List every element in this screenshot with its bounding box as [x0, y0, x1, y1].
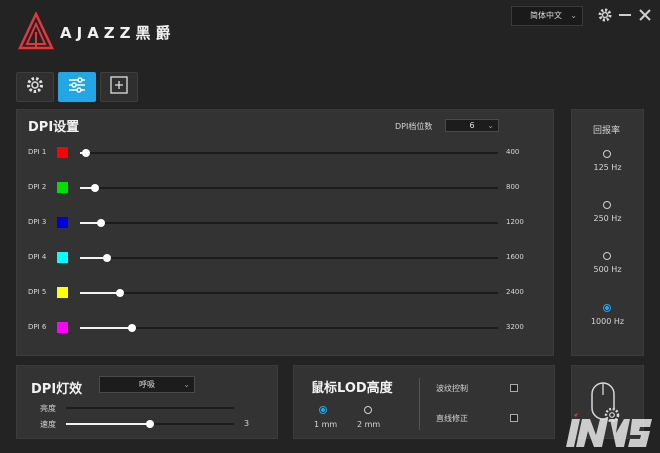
dpi-slider[interactable]: [80, 254, 498, 262]
lod-1mm-radio[interactable]: [319, 406, 327, 414]
chevron-down-icon: ⌄: [183, 380, 190, 389]
straight-correction-checkbox[interactable]: [510, 414, 518, 422]
report-rate-title: 回报率: [593, 126, 621, 136]
dpi-color-swatch[interactable]: [57, 322, 68, 333]
report-rate-label: 500 Hz: [593, 265, 622, 274]
speed-slider[interactable]: [66, 420, 234, 428]
gear-icon: [25, 75, 45, 99]
lod-2mm-radio[interactable]: [364, 406, 372, 414]
dpi-value: 1600: [506, 253, 524, 261]
dpi-value: 400: [506, 148, 520, 156]
sliders-icon: [67, 75, 87, 99]
dpi-levels-label: DPI档位数: [395, 122, 433, 131]
lod-1mm-label: 1 mm: [314, 420, 338, 429]
dpi-slider-knob[interactable]: [128, 324, 137, 332]
chevron-down-icon: ⌄: [570, 11, 577, 20]
dpi-slider[interactable]: [80, 219, 498, 227]
dpi-value: 800: [506, 183, 520, 191]
dpi-color-swatch[interactable]: [57, 217, 68, 228]
gear-icon[interactable]: [597, 7, 613, 23]
dpi-row-4: DPI 4 1600: [28, 252, 528, 266]
speed-value: 3: [244, 419, 250, 428]
dpi-label: DPI 2: [28, 183, 47, 191]
report-rate-radio-125hz[interactable]: [603, 150, 611, 158]
dpi-color-swatch[interactable]: [57, 252, 68, 263]
language-value: 简体中文: [530, 11, 562, 20]
dpi-settings-title: DPI设置: [28, 120, 80, 135]
dpi-row-3: DPI 3 1200: [28, 217, 528, 231]
dpi-slider[interactable]: [80, 289, 498, 297]
lod-2mm-label: 2 mm: [357, 420, 381, 429]
minimize-icon[interactable]: [617, 7, 633, 23]
add-box-icon: [109, 75, 129, 99]
tab-macro[interactable]: [100, 72, 138, 102]
light-mode-select[interactable]: 呼吸 ⌄: [99, 376, 195, 393]
dpi-row-1: DPI 1 400: [28, 147, 528, 161]
chevron-down-icon: ⌄: [487, 121, 494, 130]
dpi-value: 3200: [506, 323, 524, 331]
speed-label: 速度: [40, 420, 56, 429]
dpi-label: DPI 6: [28, 323, 47, 331]
ripple-control-checkbox[interactable]: [510, 384, 518, 392]
dpi-slider-knob[interactable]: [115, 289, 124, 297]
dpi-label: DPI 1: [28, 148, 47, 156]
report-rate-radio-1000hz[interactable]: [603, 304, 611, 312]
inwaishe-watermark: [564, 413, 656, 453]
close-icon[interactable]: [637, 7, 653, 23]
report-rate-label: 125 Hz: [593, 163, 622, 172]
dpi-row-2: DPI 2 800: [28, 182, 528, 196]
dpi-slider[interactable]: [80, 324, 498, 332]
dpi-row-5: DPI 5 2400: [28, 287, 528, 301]
report-rate-label: 250 Hz: [593, 214, 622, 223]
brightness-label: 亮度: [40, 404, 56, 413]
light-mode-value: 呼吸: [139, 380, 155, 389]
dpi-slider-fill: [80, 292, 120, 294]
speed-slider-knob[interactable]: [146, 420, 154, 428]
dpi-light-title: DPI灯效: [31, 382, 83, 397]
dpi-slider[interactable]: [80, 184, 498, 192]
dpi-levels-value: 6: [469, 121, 475, 130]
dpi-slider-knob[interactable]: [90, 184, 99, 192]
ajazz-logo: [18, 11, 54, 52]
dpi-label: DPI 4: [28, 253, 47, 261]
straight-correction-label: 直线修正: [436, 414, 468, 423]
speed-fill: [66, 423, 150, 425]
lod-title: 鼠标LOD高度: [311, 381, 393, 396]
brightness-slider[interactable]: [66, 407, 234, 409]
dpi-value: 1200: [506, 218, 524, 226]
report-rate-radio-500hz[interactable]: [603, 252, 611, 260]
tab-adjust[interactable]: [58, 72, 96, 102]
dpi-value: 2400: [506, 288, 524, 296]
dpi-slider-fill: [80, 327, 133, 329]
dpi-row-6: DPI 6 3200: [28, 322, 528, 336]
dpi-label: DPI 3: [28, 218, 47, 226]
dpi-color-swatch[interactable]: [57, 287, 68, 298]
dpi-levels-select[interactable]: 6 ⌄: [445, 119, 499, 132]
dpi-slider[interactable]: [80, 149, 498, 157]
dpi-slider-knob[interactable]: [82, 149, 91, 157]
dpi-color-swatch[interactable]: [57, 182, 68, 193]
report-rate-radio-250hz[interactable]: [603, 201, 611, 209]
dpi-slider-knob[interactable]: [103, 254, 112, 262]
ripple-control-label: 波纹控制: [436, 384, 468, 393]
language-select[interactable]: 简体中文 ⌄: [511, 6, 583, 26]
brand-name: AJAZZ黑爵: [60, 24, 176, 42]
dpi-color-swatch[interactable]: [57, 147, 68, 158]
tab-settings[interactable]: [16, 72, 54, 102]
lod-divider: [419, 378, 420, 430]
report-rate-label: 1000 Hz: [590, 317, 625, 326]
dpi-label: DPI 5: [28, 288, 47, 296]
dpi-slider-knob[interactable]: [96, 219, 105, 227]
